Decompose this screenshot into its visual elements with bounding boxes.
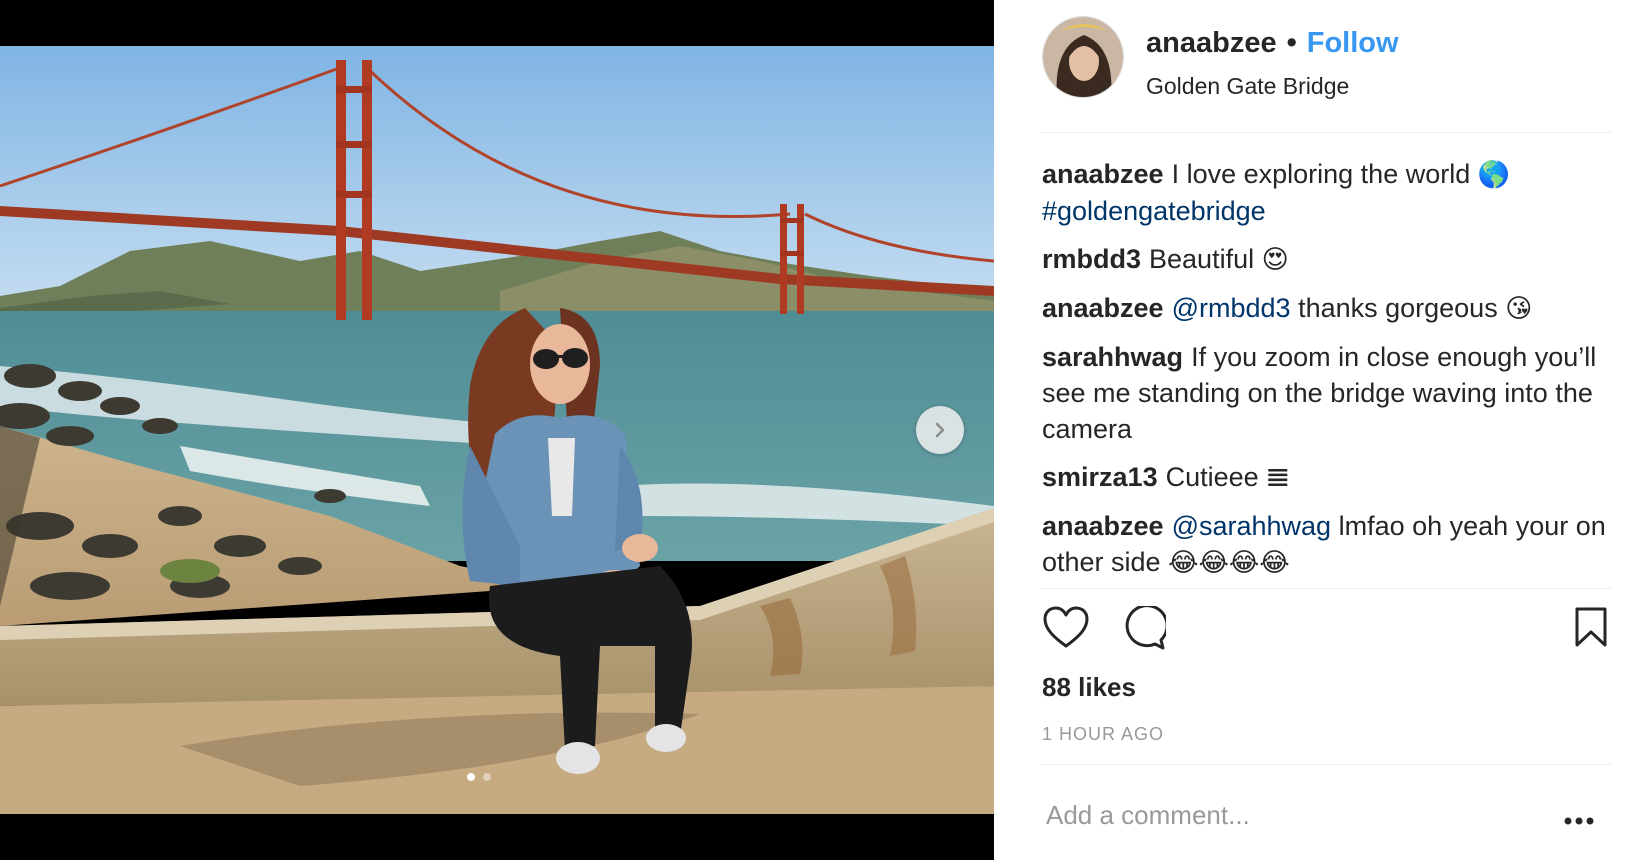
- post-timestamp[interactable]: 1 HOUR AGO: [1042, 724, 1164, 745]
- avatar[interactable]: [1042, 16, 1124, 98]
- laughing-emoji-icon: 😂😂😂😂: [1168, 548, 1290, 578]
- footer-divider: [1042, 764, 1612, 765]
- header-divider: [1042, 132, 1612, 133]
- post-location[interactable]: Golden Gate Bridge: [1146, 72, 1399, 100]
- bookmark-icon: [1575, 607, 1607, 647]
- comment-button[interactable]: [1120, 604, 1169, 655]
- avatar-image: [1043, 17, 1123, 97]
- comment-username[interactable]: anaabzee: [1042, 293, 1164, 323]
- post-media: [0, 0, 994, 860]
- tetragram-emoji-icon: 𝌆: [1266, 463, 1290, 493]
- heart-icon: [1043, 606, 1089, 648]
- hashtag-link[interactable]: #goldengatebridge: [1042, 196, 1266, 226]
- carousel-indicator: [467, 773, 491, 781]
- comment-username[interactable]: anaabzee: [1042, 159, 1164, 189]
- comments-divider: [1042, 588, 1612, 589]
- mention-link[interactable]: @sarahhwag: [1172, 511, 1332, 541]
- comment-username[interactable]: anaabzee: [1042, 511, 1164, 541]
- kiss-emoji-icon: 😘: [1505, 294, 1533, 324]
- comment-text: thanks gorgeous: [1298, 293, 1498, 323]
- post-actions: [1042, 604, 1612, 655]
- post-side-panel: anaabzee • Follow Golden Gate Bridge ana…: [994, 0, 1648, 860]
- add-comment-input[interactable]: [1046, 800, 1526, 831]
- post-header: anaabzee • Follow Golden Gate Bridge: [1042, 14, 1612, 134]
- post-author-username[interactable]: anaabzee: [1146, 24, 1277, 62]
- comment-item: smirza13 Cutieee 𝌆: [1042, 459, 1612, 496]
- next-photo-button[interactable]: [916, 406, 964, 454]
- comments-list: anaabzee I love exploring the world 🌎 #go…: [1042, 156, 1612, 593]
- comment-username[interactable]: smirza13: [1042, 462, 1158, 492]
- comment-text: Cutieee: [1165, 462, 1259, 492]
- mention-link[interactable]: @rmbdd3: [1172, 293, 1291, 323]
- likes-count[interactable]: 88 likes: [1042, 672, 1136, 703]
- comment-username[interactable]: rmbdd3: [1042, 244, 1141, 274]
- comment-bubble-icon: [1125, 604, 1169, 650]
- comment-username[interactable]: sarahhwag: [1042, 342, 1183, 372]
- comment-item: anaabzee I love exploring the world 🌎 #go…: [1042, 156, 1612, 229]
- comment-item: sarahhwag If you zoom in close enough you…: [1042, 339, 1612, 447]
- chevron-right-icon: [935, 422, 945, 438]
- globe-emoji-icon: 🌎: [1477, 160, 1511, 190]
- comment-text: Beautiful: [1149, 244, 1255, 274]
- comment-item: anaabzee @sarahhwag lmfao oh yeah your on…: [1042, 508, 1612, 581]
- post-photo[interactable]: [0, 46, 994, 814]
- heart-eyes-emoji-icon: 😍: [1261, 245, 1289, 275]
- more-options-button[interactable]: [1564, 812, 1594, 830]
- save-button[interactable]: [1574, 606, 1608, 653]
- golden-gate-photo: [0, 46, 994, 814]
- carousel-dot-active: [467, 773, 475, 781]
- ellipsis-icon: [1564, 817, 1594, 825]
- separator-dot: •: [1286, 27, 1297, 59]
- follow-button[interactable]: Follow: [1307, 24, 1399, 62]
- comment-item: anaabzee @rmbdd3 thanks gorgeous 😘: [1042, 290, 1612, 327]
- like-button[interactable]: [1042, 606, 1090, 655]
- carousel-dot: [483, 773, 491, 781]
- comment-item: rmbdd3 Beautiful 😍: [1042, 241, 1612, 278]
- comment-text: I love exploring the world: [1171, 159, 1471, 189]
